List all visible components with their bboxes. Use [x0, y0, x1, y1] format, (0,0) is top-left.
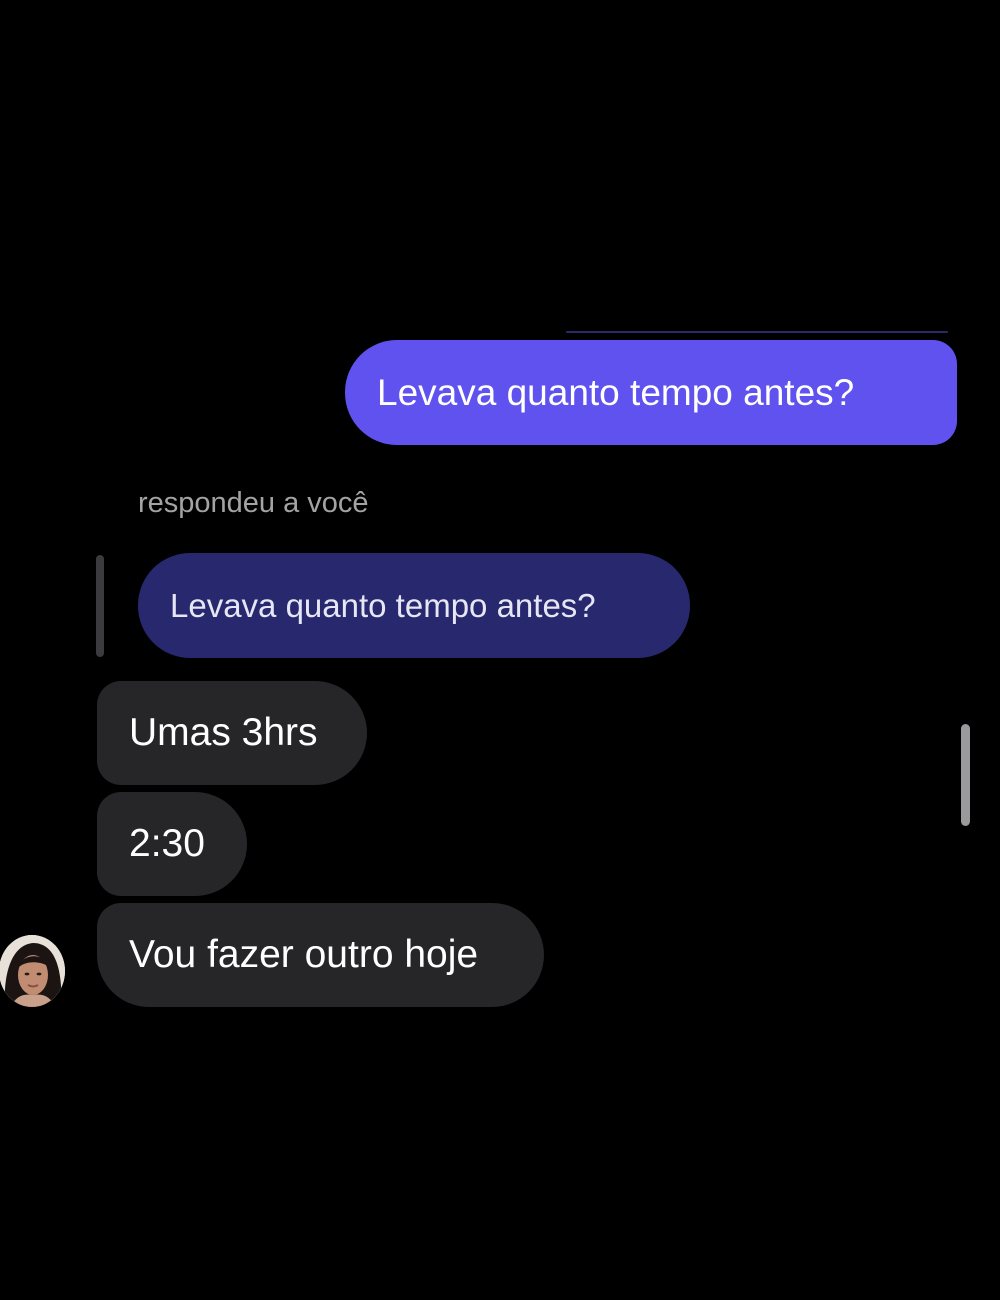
message-divider-line	[566, 331, 948, 333]
scrollbar-thumb[interactable]	[961, 724, 970, 826]
quoted-message-bubble[interactable]: Levava quanto tempo antes?	[138, 553, 690, 658]
contact-avatar[interactable]	[0, 935, 65, 1007]
avatar-photo-icon	[0, 935, 65, 1007]
quoted-message-text: Levava quanto tempo antes?	[170, 586, 596, 624]
incoming-message-bubble[interactable]: Vou fazer outro hoje	[97, 903, 544, 1007]
incoming-message-bubble[interactable]: 2:30	[97, 792, 247, 896]
chat-thread: Levava quanto tempo antes? respondeu a v…	[0, 0, 1000, 1300]
incoming-message-text: Umas 3hrs	[129, 711, 318, 754]
outgoing-message-text: Levava quanto tempo antes?	[377, 371, 855, 413]
reply-label: respondeu a você	[138, 487, 369, 519]
incoming-message-text: 2:30	[129, 822, 205, 865]
incoming-message-bubble[interactable]: Umas 3hrs	[97, 681, 367, 785]
reply-indicator-bar	[96, 555, 104, 657]
outgoing-message-bubble[interactable]: Levava quanto tempo antes?	[345, 340, 957, 445]
incoming-message-text: Vou fazer outro hoje	[129, 933, 479, 976]
